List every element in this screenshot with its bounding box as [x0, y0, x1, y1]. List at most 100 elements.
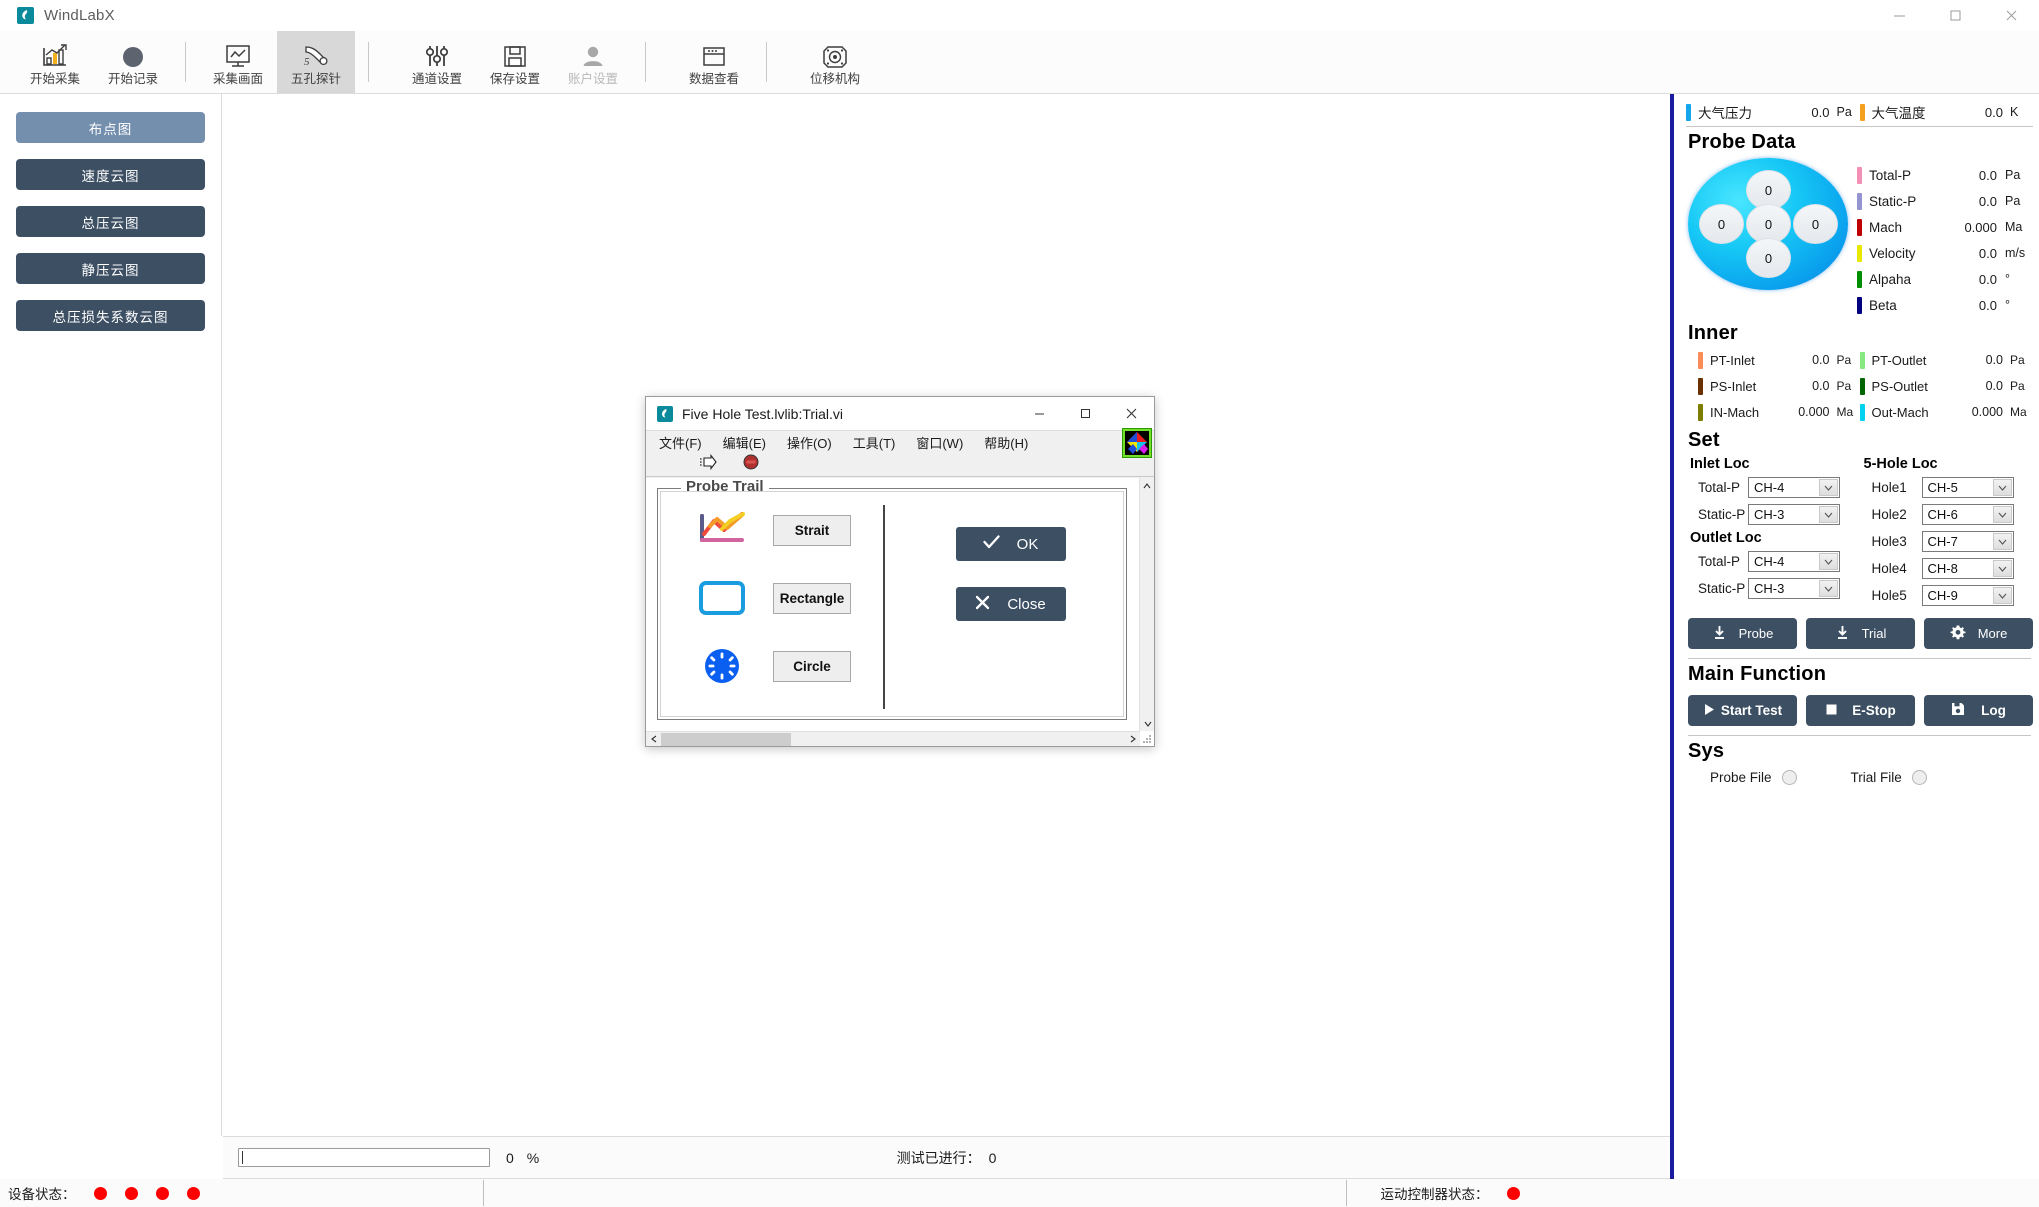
inner-right-column: PT-Outlet 0.0 Pa PS-Outlet 0.0 Pa Out-Ma… — [1859, 347, 2034, 425]
menu-item-file[interactable]: 文件(F) — [651, 433, 710, 452]
outlet-total-p-select[interactable]: CH-4 — [1748, 551, 1840, 572]
close-button[interactable] — [1983, 0, 2039, 31]
probe-file-led — [1781, 770, 1797, 785]
rectangle-button[interactable]: Rectangle — [773, 582, 851, 614]
chevron-down-icon[interactable] — [1992, 533, 2012, 550]
toolbar-item-five-hole-probe[interactable]: 5 五孔探针 — [277, 31, 355, 93]
divider — [1688, 658, 2031, 659]
horizontal-scroll-thumb[interactable] — [661, 733, 791, 746]
sidebar-item-total-pressure-contour[interactable]: 总压云图 — [16, 206, 205, 237]
inlet-total-p-select[interactable]: CH-4 — [1748, 477, 1840, 498]
run-arrow-icon[interactable] — [699, 453, 717, 475]
toolbar-item-start-record[interactable]: 开始记录 — [94, 31, 172, 93]
probe-value-number: 0.000 — [1964, 219, 1997, 235]
chevron-down-icon[interactable] — [1819, 479, 1838, 496]
scroll-up-arrow-icon[interactable] — [1140, 478, 1154, 493]
ok-button[interactable]: OK — [955, 527, 1066, 561]
vertical-scroll-thumb[interactable] — [1141, 493, 1154, 563]
probe-value-label: Mach — [1869, 219, 1903, 235]
vertical-divider — [883, 505, 885, 709]
outlet-static-p-select[interactable]: CH-3 — [1748, 578, 1840, 599]
start-test-button[interactable]: Start Test — [1688, 695, 1797, 726]
chevron-down-icon[interactable] — [1819, 580, 1838, 597]
menu-item-tools[interactable]: 工具(T) — [845, 433, 904, 452]
toolbar-item-save-settings[interactable]: 保存设置 — [476, 31, 554, 93]
strait-button[interactable]: Strait — [773, 514, 851, 546]
chevron-down-icon[interactable] — [1992, 506, 2012, 523]
dialog-vertical-scrollbar[interactable] — [1139, 478, 1154, 731]
scroll-right-arrow-icon[interactable] — [1125, 735, 1140, 743]
resize-grip-icon[interactable] — [1140, 732, 1153, 745]
scroll-down-arrow-icon[interactable] — [1140, 716, 1155, 731]
probe-button[interactable]: Probe — [1688, 618, 1797, 649]
color-swatch — [1698, 351, 1703, 369]
select-value: CH-3 — [1754, 581, 1785, 596]
sidebar-item-layout-plot[interactable]: 布点图 — [16, 112, 205, 143]
inner-unit: Ma — [2010, 405, 2027, 419]
probe-trail-dialog[interactable]: Five Hole Test.lvlib:Trial.vi 文件(F) 编辑(E… — [645, 396, 1155, 747]
trial-button[interactable]: Trial — [1806, 618, 1915, 649]
probe-hole: 0 — [1793, 204, 1838, 244]
chevron-down-icon[interactable] — [1992, 560, 2012, 577]
circle-button[interactable]: Circle — [773, 650, 851, 682]
sidebar-item-velocity-contour[interactable]: 速度云图 — [16, 159, 205, 190]
test-counter-value: 0 — [988, 1149, 997, 1166]
menu-item-edit[interactable]: 编辑(E) — [715, 433, 774, 452]
toolbar-item-data-view[interactable]: 数据查看 — [675, 31, 753, 93]
dialog-maximize-button[interactable] — [1062, 397, 1108, 430]
menu-item-window[interactable]: 窗口(W) — [908, 433, 971, 452]
floppy-save-icon — [1951, 702, 1965, 719]
sidebar-item-static-pressure-contour[interactable]: 静压云图 — [16, 253, 205, 284]
toolbar-item-channel-settings[interactable]: 通道设置 — [398, 31, 476, 93]
toolbar-item-account-settings[interactable]: 账户设置 — [554, 31, 632, 93]
chevron-down-icon[interactable] — [1819, 553, 1838, 570]
sidebar-item-total-pressure-loss-contour[interactable]: 总压损失系数云图 — [16, 300, 205, 331]
hole4-label: Hole4 — [1871, 561, 1907, 576]
hole5-select[interactable]: CH-9 — [1921, 585, 2014, 606]
dialog-horizontal-scrollbar[interactable] — [646, 731, 1140, 746]
chevron-down-icon[interactable] — [1992, 479, 2012, 496]
more-button-label: More — [1977, 626, 2008, 641]
labview-vi-icon[interactable] — [1122, 428, 1152, 458]
abort-stop-icon[interactable] — [743, 454, 759, 475]
app-logo-icon — [17, 7, 34, 24]
chevron-down-icon[interactable] — [1819, 506, 1838, 523]
log-label: Log — [1981, 703, 2006, 718]
hole3-select[interactable]: CH-7 — [1921, 531, 2014, 552]
trial-button-label: Trial — [1861, 626, 1887, 641]
progress-caret — [242, 1151, 243, 1164]
inner-unit: Pa — [1836, 353, 1852, 367]
dialog-minimize-button[interactable] — [1016, 397, 1062, 430]
toolbar-label: 保存设置 — [489, 71, 540, 86]
close-button[interactable]: Close — [955, 587, 1066, 621]
color-swatch — [1857, 166, 1862, 184]
maximize-button[interactable] — [1927, 0, 1983, 31]
log-button[interactable]: Log — [1924, 695, 2033, 726]
inlet-total-p-label: Total-P — [1698, 480, 1741, 495]
menu-item-operate[interactable]: 操作(O) — [779, 433, 840, 452]
set-button-row: Probe Trial More — [1688, 618, 2033, 649]
hole2-select[interactable]: CH-6 — [1921, 504, 2014, 525]
download-icon — [1835, 625, 1850, 643]
dialog-close-button[interactable] — [1108, 397, 1154, 430]
hole2-label: Hole2 — [1871, 507, 1907, 522]
probe-value-number: 0.0 — [1978, 245, 1997, 261]
inlet-static-p-row: Static-P CH-3 — [1686, 501, 1860, 528]
minimize-button[interactable] — [1871, 0, 1927, 31]
toolbar-label: 采集画面 — [212, 71, 263, 86]
toolbar-item-start-acquisition[interactable]: 开始采集 — [16, 31, 94, 93]
toolbar-item-acquisition-screen[interactable]: 采集画面 — [199, 31, 277, 93]
status-divider — [1345, 1180, 1347, 1206]
more-button[interactable]: More — [1924, 618, 2033, 649]
e-stop-button[interactable]: E-Stop — [1806, 695, 1915, 726]
menu-item-help[interactable]: 帮助(H) — [976, 433, 1036, 452]
chevron-down-icon[interactable] — [1992, 587, 2012, 604]
toolbar-label: 数据查看 — [688, 71, 739, 86]
hole1-select[interactable]: CH-5 — [1921, 477, 2014, 498]
inner-label: PS-Inlet — [1710, 378, 1757, 394]
inlet-static-p-select[interactable]: CH-3 — [1748, 504, 1840, 525]
dialog-body: Probe Trail Strait Rectangle Circle OK C… — [646, 478, 1154, 746]
hole4-select[interactable]: CH-8 — [1921, 558, 2014, 579]
toolbar-item-motion-stage[interactable]: 位移机构 — [796, 31, 874, 93]
scroll-left-arrow-icon[interactable] — [646, 735, 661, 743]
